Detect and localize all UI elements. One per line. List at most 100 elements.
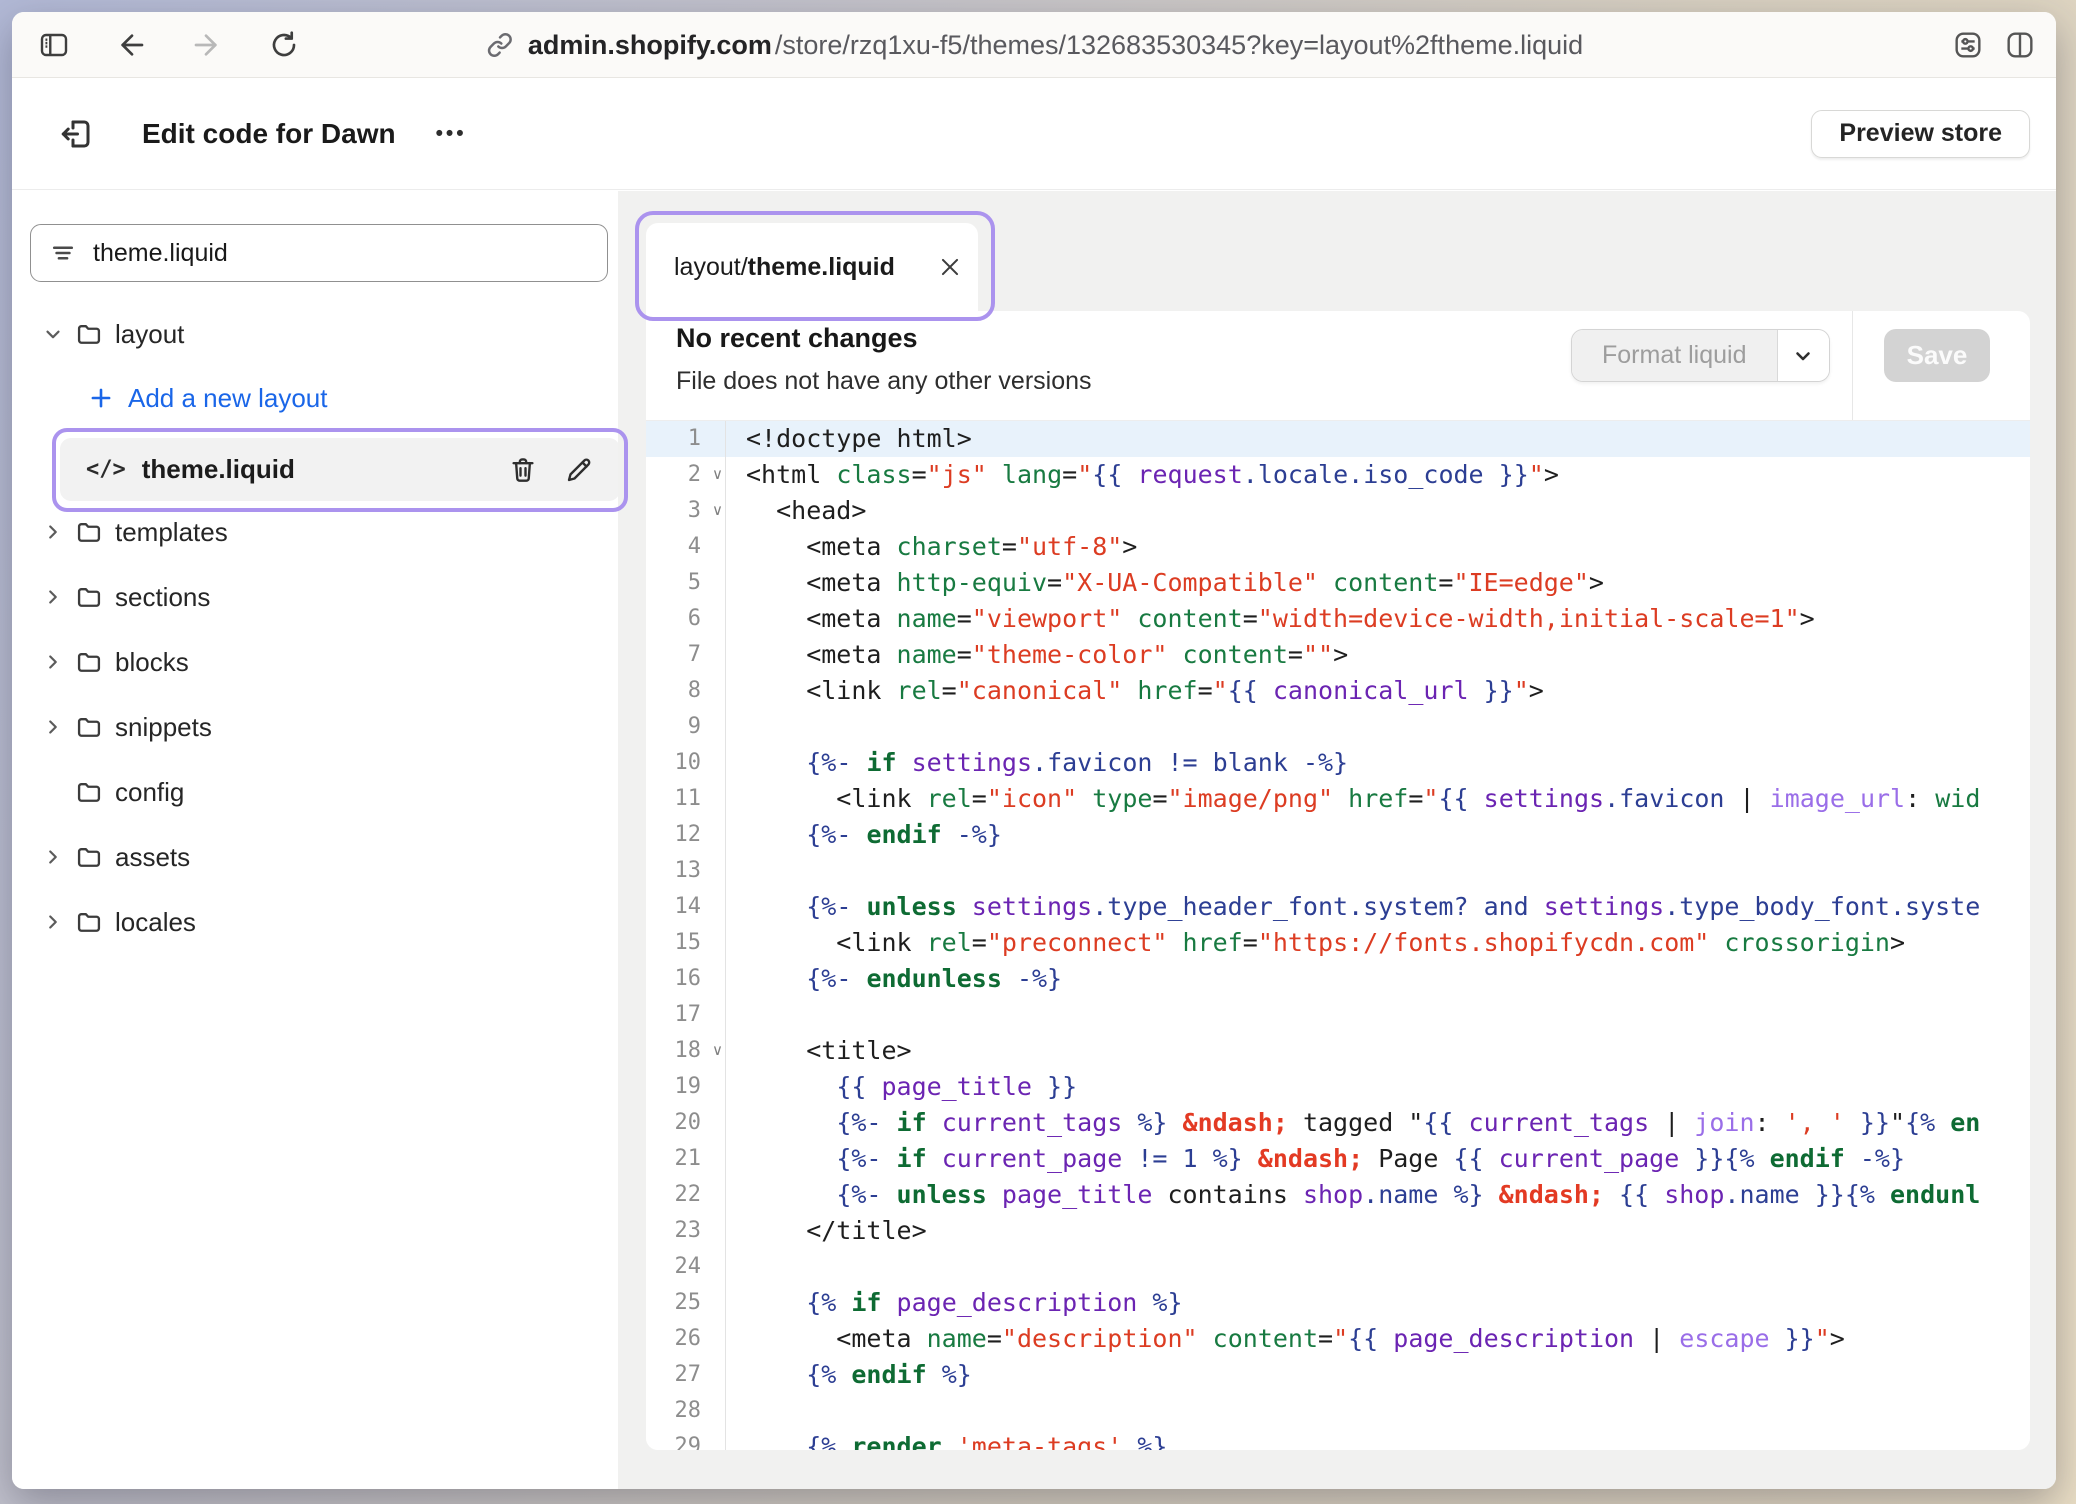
- line-number: 8: [646, 673, 726, 709]
- chevron-right-icon[interactable]: [42, 586, 72, 608]
- code-line-18[interactable]: 18∨ <title>: [646, 1033, 2030, 1069]
- more-options-button[interactable]: •••: [436, 122, 467, 146]
- code-text: <link rel="canonical" href="{{ canonical…: [726, 673, 1544, 709]
- format-dropdown-chevron-icon[interactable]: [1777, 330, 1829, 381]
- code-line-8[interactable]: 8 <link rel="canonical" href="{{ canonic…: [646, 673, 2030, 709]
- code-line-25[interactable]: 25 {% if page_description %}: [646, 1285, 2030, 1321]
- code-line-14[interactable]: 14 {%- unless settings.type_header_font.…: [646, 889, 2030, 925]
- chevron-right-icon[interactable]: [42, 716, 72, 738]
- code-line-19[interactable]: 19 {{ page_title }}: [646, 1069, 2030, 1105]
- code-line-23[interactable]: 23 </title>: [646, 1213, 2030, 1249]
- file-row-theme-liquid[interactable]: </> theme.liquid: [60, 438, 620, 501]
- code-line-4[interactable]: 4 <meta charset="utf-8">: [646, 529, 2030, 565]
- code-text: <meta name="description" content="{{ pag…: [726, 1321, 1845, 1357]
- folder-row-snippets[interactable]: snippets: [12, 705, 618, 749]
- chevron-right-icon[interactable]: [42, 651, 72, 673]
- save-button[interactable]: Save: [1884, 329, 1990, 382]
- fold-chevron-icon[interactable]: ∨: [712, 456, 723, 492]
- rename-file-icon[interactable]: [564, 455, 594, 485]
- code-line-13[interactable]: 13: [646, 853, 2030, 889]
- code-line-16[interactable]: 16 {%- endunless -%}: [646, 961, 2030, 997]
- folder-row-locales[interactable]: locales: [12, 900, 618, 944]
- file-label: theme.liquid: [142, 454, 295, 485]
- folder-label: blocks: [115, 647, 189, 678]
- code-line-7[interactable]: 7 <meta name="theme-color" content="">: [646, 637, 2030, 673]
- code-line-2[interactable]: 2∨<html class="js" lang="{{ request.loca…: [646, 457, 2030, 493]
- extensions-settings-icon[interactable]: [1952, 29, 1984, 61]
- line-number: 10: [646, 745, 726, 781]
- line-number: 12: [646, 817, 726, 853]
- tab-file-name: theme.liquid: [748, 253, 895, 282]
- chevron-right-icon[interactable]: [42, 846, 72, 868]
- tab-layout-theme-liquid[interactable]: layout/theme.liquid: [646, 223, 978, 311]
- editor-panel: layout/theme.liquid No recent changes Fi…: [618, 191, 2056, 1489]
- folder-label: templates: [115, 517, 228, 548]
- code-line-10[interactable]: 10 {%- if settings.favicon != blank -%}: [646, 745, 2030, 781]
- code-text: [726, 1393, 746, 1429]
- folder-icon: [75, 518, 105, 546]
- code-line-28[interactable]: 28: [646, 1393, 2030, 1429]
- code-line-24[interactable]: 24: [646, 1249, 2030, 1285]
- code-line-17[interactable]: 17: [646, 997, 2030, 1033]
- folder-row-config[interactable]: config: [12, 770, 618, 814]
- format-liquid-button[interactable]: Format liquid: [1571, 329, 1830, 382]
- code-text: <link rel="preconnect" href="https://fon…: [726, 925, 1905, 961]
- forward-icon[interactable]: [192, 29, 224, 61]
- folder-row-layout[interactable]: layout: [12, 312, 618, 356]
- status-title: No recent changes: [676, 323, 918, 354]
- header-divider: [1852, 311, 1853, 420]
- code-text: {% if page_description %}: [726, 1285, 1183, 1321]
- folder-label: layout: [115, 319, 184, 350]
- chevron-right-icon[interactable]: [42, 521, 72, 543]
- line-number: 25: [646, 1285, 726, 1321]
- close-tab-icon[interactable]: [937, 254, 963, 280]
- code-line-27[interactable]: 27 {% endif %}: [646, 1357, 2030, 1393]
- code-line-9[interactable]: 9: [646, 709, 2030, 745]
- line-number: 29: [646, 1429, 726, 1450]
- code-line-29[interactable]: 29 {% render 'meta-tags' %}: [646, 1429, 2030, 1450]
- code-line-6[interactable]: 6 <meta name="viewport" content="width=d…: [646, 601, 2030, 637]
- folder-row-assets[interactable]: assets: [12, 835, 618, 879]
- code-text: {%- if settings.favicon != blank -%}: [726, 745, 1348, 781]
- code-line-21[interactable]: 21 {%- if current_page != 1 %} &ndash; P…: [646, 1141, 2030, 1177]
- url-path: /store/rzq1xu-f5/themes/132683530345?key…: [775, 30, 1583, 61]
- code-line-1[interactable]: 1<!doctype html>: [646, 421, 2030, 457]
- line-number: 5: [646, 565, 726, 601]
- browser-window: admin.shopify.com/store/rzq1xu-f5/themes…: [12, 12, 2056, 1489]
- line-number: 7: [646, 637, 726, 673]
- code-text: <meta name="theme-color" content="">: [726, 637, 1348, 673]
- line-number: 24: [646, 1249, 726, 1285]
- editor-card-header: No recent changes File does not have any…: [646, 311, 2030, 421]
- split-view-icon[interactable]: [2004, 29, 2036, 61]
- code-line-15[interactable]: 15 <link rel="preconnect" href="https://…: [646, 925, 2030, 961]
- preview-store-button[interactable]: Preview store: [1811, 110, 2030, 158]
- code-line-20[interactable]: 20 {%- if current_tags %} &ndash; tagged…: [646, 1105, 2030, 1141]
- exit-editor-icon[interactable]: [58, 116, 94, 152]
- chevron-down-icon[interactable]: [42, 323, 72, 345]
- chevron-right-icon[interactable]: [42, 911, 72, 933]
- folder-row-sections[interactable]: sections: [12, 575, 618, 619]
- line-number: 17: [646, 997, 726, 1033]
- code-line-22[interactable]: 22 {%- unless page_title contains shop.n…: [646, 1177, 2030, 1213]
- code-line-11[interactable]: 11 <link rel="icon" type="image/png" hre…: [646, 781, 2030, 817]
- delete-file-icon[interactable]: [508, 455, 538, 485]
- back-icon[interactable]: [114, 29, 146, 61]
- sidebar-toggle-icon[interactable]: [38, 29, 70, 61]
- line-number: 6: [646, 601, 726, 637]
- code-line-5[interactable]: 5 <meta http-equiv="X-UA-Compatible" con…: [646, 565, 2030, 601]
- reload-icon[interactable]: [268, 29, 300, 61]
- code-text: <meta http-equiv="X-UA-Compatible" conte…: [726, 565, 1604, 601]
- file-search-input[interactable]: theme.liquid: [30, 224, 608, 282]
- folder-row-blocks[interactable]: blocks: [12, 640, 618, 684]
- address-bar[interactable]: admin.shopify.com/store/rzq1xu-f5/themes…: [485, 12, 1583, 78]
- code-area[interactable]: 1<!doctype html>2∨<html class="js" lang=…: [646, 421, 2030, 1450]
- line-number: 14: [646, 889, 726, 925]
- code-line-26[interactable]: 26 <meta name="description" content="{{ …: [646, 1321, 2030, 1357]
- fold-chevron-icon[interactable]: ∨: [712, 492, 723, 528]
- code-text: <meta charset="utf-8">: [726, 529, 1137, 565]
- folder-row-templates[interactable]: templates: [12, 510, 618, 554]
- code-line-3[interactable]: 3∨ <head>: [646, 493, 2030, 529]
- code-line-12[interactable]: 12 {%- endif -%}: [646, 817, 2030, 853]
- fold-chevron-icon[interactable]: ∨: [712, 1032, 723, 1068]
- line-number: 11: [646, 781, 726, 817]
